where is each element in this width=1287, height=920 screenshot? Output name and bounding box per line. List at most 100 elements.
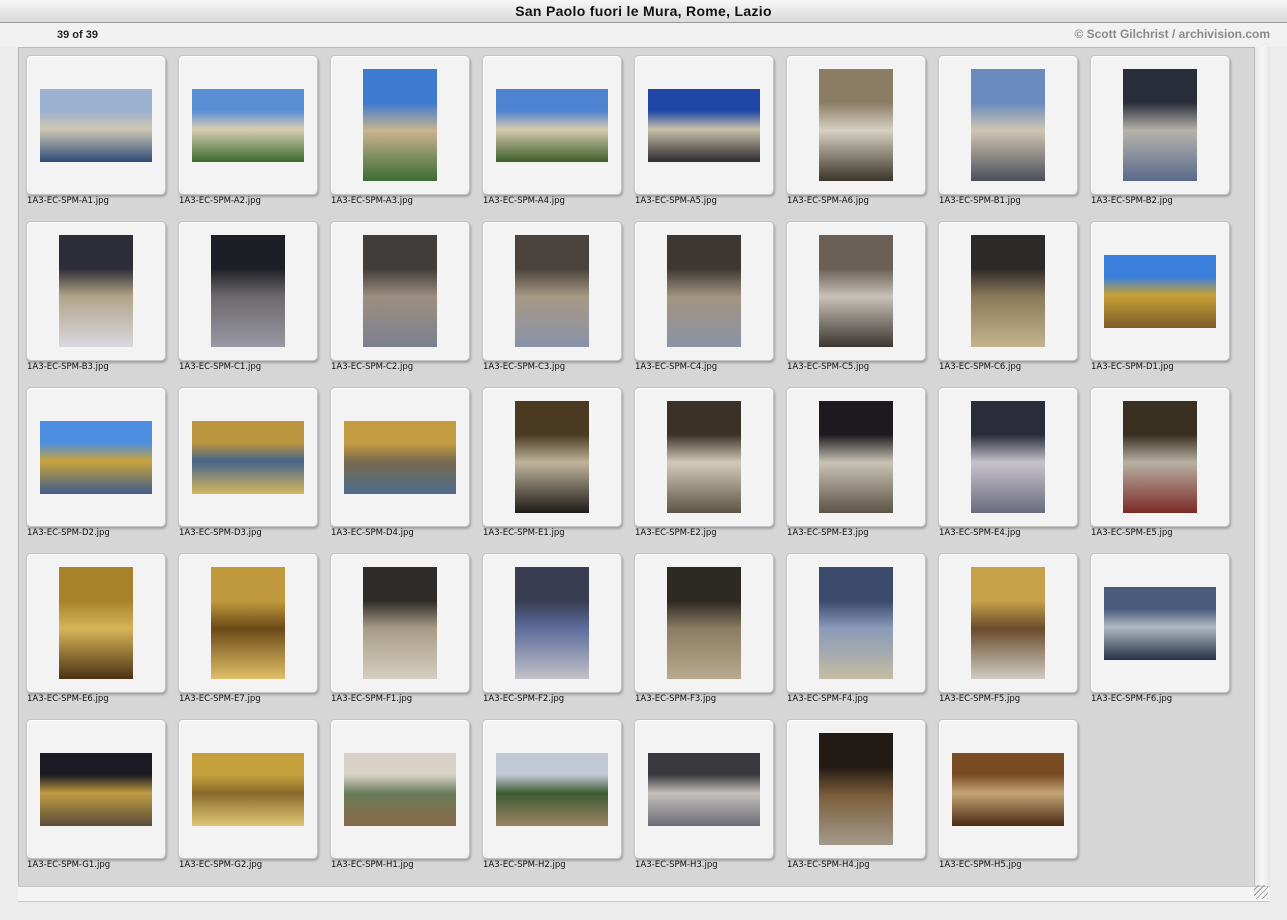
thumbnail-item[interactable]: 1A3-EC-SPM-F5.jpg	[931, 546, 1083, 712]
thumbnail-image[interactable]	[667, 401, 741, 513]
thumbnail-item[interactable]: 1A3-EC-SPM-E6.jpg	[19, 546, 171, 712]
thumbnail-image[interactable]	[211, 235, 285, 347]
thumbnail-image[interactable]	[40, 420, 152, 494]
thumbnail-item[interactable]: 1A3-EC-SPM-H1.jpg	[323, 712, 475, 878]
thumbnail-image[interactable]	[40, 752, 152, 826]
thumbnail-item[interactable]: 1A3-EC-SPM-E4.jpg	[931, 380, 1083, 546]
slide-frame[interactable]	[938, 387, 1078, 527]
slide-frame[interactable]	[634, 553, 774, 693]
slide-frame[interactable]	[178, 221, 318, 361]
slide-frame[interactable]	[938, 719, 1078, 859]
slide-frame[interactable]	[482, 553, 622, 693]
thumbnail-image[interactable]	[515, 401, 589, 513]
slide-frame[interactable]	[482, 221, 622, 361]
slide-frame[interactable]	[1090, 553, 1230, 693]
thumbnail-image[interactable]	[515, 235, 589, 347]
slide-frame[interactable]	[786, 553, 926, 693]
thumbnail-image[interactable]	[192, 752, 304, 826]
slide-frame[interactable]	[1090, 387, 1230, 527]
thumbnail-image[interactable]	[344, 420, 456, 494]
thumbnail-image[interactable]	[1104, 586, 1216, 660]
thumbnail-item[interactable]: 1A3-EC-SPM-C3.jpg	[475, 214, 627, 380]
slide-frame[interactable]	[26, 553, 166, 693]
thumbnail-image[interactable]	[648, 752, 760, 826]
thumbnail-item[interactable]: 1A3-EC-SPM-A5.jpg	[627, 48, 779, 214]
thumbnail-item[interactable]: 1A3-EC-SPM-D1.jpg	[1083, 214, 1235, 380]
slide-frame[interactable]	[938, 221, 1078, 361]
slide-frame[interactable]	[178, 55, 318, 195]
thumbnail-item[interactable]: 1A3-EC-SPM-A1.jpg	[19, 48, 171, 214]
thumbnail-image[interactable]	[648, 88, 760, 162]
thumbnail-image[interactable]	[1123, 69, 1197, 181]
thumbnail-item[interactable]: 1A3-EC-SPM-H5.jpg	[931, 712, 1083, 878]
slide-frame[interactable]	[634, 719, 774, 859]
thumbnail-item[interactable]: 1A3-EC-SPM-A2.jpg	[171, 48, 323, 214]
thumbnail-image[interactable]	[192, 420, 304, 494]
thumbnail-item[interactable]: 1A3-EC-SPM-D2.jpg	[19, 380, 171, 546]
thumbnail-item[interactable]: 1A3-EC-SPM-F6.jpg	[1083, 546, 1235, 712]
slide-frame[interactable]	[26, 719, 166, 859]
slide-frame[interactable]	[330, 221, 470, 361]
thumbnail-item[interactable]: 1A3-EC-SPM-C1.jpg	[171, 214, 323, 380]
thumbnail-item[interactable]: 1A3-EC-SPM-D4.jpg	[323, 380, 475, 546]
slide-frame[interactable]	[1090, 55, 1230, 195]
thumbnail-item[interactable]: 1A3-EC-SPM-H3.jpg	[627, 712, 779, 878]
slide-frame[interactable]	[330, 387, 470, 527]
vertical-scrollbar[interactable]	[1254, 47, 1270, 885]
slide-frame[interactable]	[1090, 221, 1230, 361]
thumbnail-item[interactable]: 1A3-EC-SPM-E7.jpg	[171, 546, 323, 712]
slide-frame[interactable]	[786, 221, 926, 361]
thumbnail-item[interactable]: 1A3-EC-SPM-C6.jpg	[931, 214, 1083, 380]
thumbnail-item[interactable]: 1A3-EC-SPM-G1.jpg	[19, 712, 171, 878]
thumbnail-item[interactable]: 1A3-EC-SPM-C4.jpg	[627, 214, 779, 380]
thumbnail-image[interactable]	[192, 88, 304, 162]
thumbnail-image[interactable]	[971, 69, 1045, 181]
thumbnail-item[interactable]: 1A3-EC-SPM-G2.jpg	[171, 712, 323, 878]
thumbnail-item[interactable]: 1A3-EC-SPM-C5.jpg	[779, 214, 931, 380]
thumbnail-image[interactable]	[211, 567, 285, 679]
thumbnail-image[interactable]	[496, 752, 608, 826]
slide-frame[interactable]	[330, 719, 470, 859]
thumbnail-image[interactable]	[1104, 254, 1216, 328]
thumbnail-item[interactable]: 1A3-EC-SPM-A4.jpg	[475, 48, 627, 214]
slide-frame[interactable]	[938, 55, 1078, 195]
thumbnail-item[interactable]: 1A3-EC-SPM-F2.jpg	[475, 546, 627, 712]
thumbnail-item[interactable]: 1A3-EC-SPM-B2.jpg	[1083, 48, 1235, 214]
thumbnail-item[interactable]: 1A3-EC-SPM-D3.jpg	[171, 380, 323, 546]
thumbnail-image[interactable]	[344, 752, 456, 826]
slide-frame[interactable]	[482, 55, 622, 195]
slide-frame[interactable]	[26, 221, 166, 361]
slide-frame[interactable]	[178, 387, 318, 527]
thumbnail-item[interactable]: 1A3-EC-SPM-F1.jpg	[323, 546, 475, 712]
thumbnail-image[interactable]	[971, 567, 1045, 679]
slide-frame[interactable]	[330, 55, 470, 195]
thumbnail-item[interactable]: 1A3-EC-SPM-B3.jpg	[19, 214, 171, 380]
thumbnail-image[interactable]	[819, 733, 893, 845]
thumbnail-image[interactable]	[667, 567, 741, 679]
slide-frame[interactable]	[482, 387, 622, 527]
slide-frame[interactable]	[26, 387, 166, 527]
thumbnail-image[interactable]	[515, 567, 589, 679]
slide-frame[interactable]	[178, 553, 318, 693]
thumbnail-item[interactable]: 1A3-EC-SPM-B1.jpg	[931, 48, 1083, 214]
thumbnail-item[interactable]: 1A3-EC-SPM-F3.jpg	[627, 546, 779, 712]
thumbnail-image[interactable]	[1123, 401, 1197, 513]
thumbnail-image[interactable]	[363, 69, 437, 181]
thumbnail-image[interactable]	[496, 88, 608, 162]
thumbnail-image[interactable]	[819, 567, 893, 679]
thumbnail-image[interactable]	[819, 401, 893, 513]
thumbnail-image[interactable]	[819, 235, 893, 347]
thumbnail-image[interactable]	[952, 752, 1064, 826]
slide-frame[interactable]	[786, 55, 926, 195]
thumbnail-item[interactable]: 1A3-EC-SPM-E1.jpg	[475, 380, 627, 546]
thumbnail-image[interactable]	[363, 235, 437, 347]
thumbnail-image[interactable]	[971, 401, 1045, 513]
resize-grip-icon[interactable]	[1254, 885, 1268, 899]
thumbnail-item[interactable]: 1A3-EC-SPM-E5.jpg	[1083, 380, 1235, 546]
slide-frame[interactable]	[786, 719, 926, 859]
thumbnail-image[interactable]	[971, 235, 1045, 347]
thumbnail-item[interactable]: 1A3-EC-SPM-E2.jpg	[627, 380, 779, 546]
thumbnail-item[interactable]: 1A3-EC-SPM-A6.jpg	[779, 48, 931, 214]
thumbnail-image[interactable]	[59, 567, 133, 679]
thumbnail-image[interactable]	[59, 235, 133, 347]
